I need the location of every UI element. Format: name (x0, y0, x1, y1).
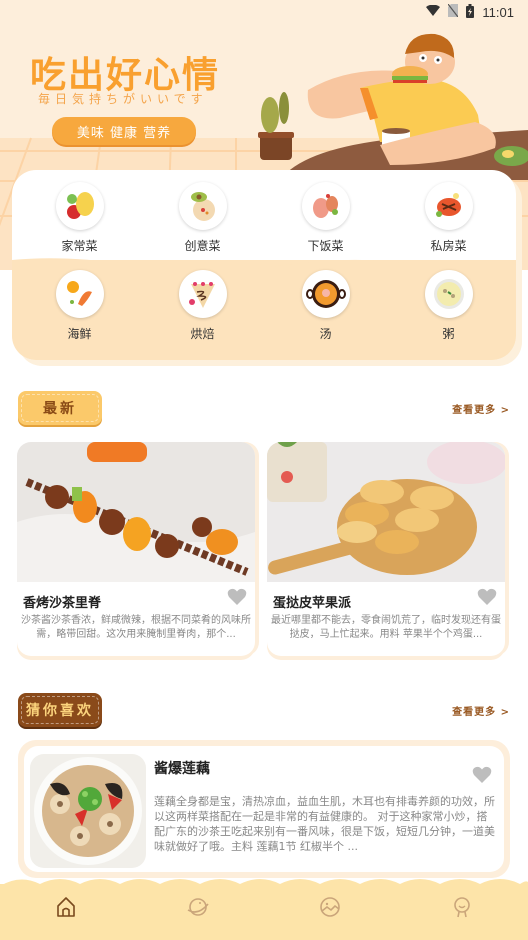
newest-more-link[interactable]: 查看更多 > (452, 401, 510, 416)
recipe-card[interactable]: 香烤沙茶里脊 沙茶酱沙茶香浓，鲜咸微辣，根据不同菜肴的风味所需，略带回甜。这次用… (17, 442, 255, 656)
banner-subline: 毎日気持ちがいいです (38, 92, 208, 106)
image-icon (320, 897, 340, 917)
app-screen: 11:01 吃出好心情 毎日気持ちがいいです 美味 健康 营养 家常菜 创意菜 … (0, 0, 528, 940)
category-label: 家常菜 (61, 239, 98, 253)
wifi-icon (426, 4, 441, 20)
favorite-heart-icon[interactable] (227, 588, 247, 610)
favorite-heart-icon[interactable] (472, 766, 492, 788)
home-icon (57, 897, 75, 917)
recipe-description: 最近哪里都不能去，零食闹饥荒了，临时发现还有蛋挞皮，马上忙起来。用料 苹果半个个… (271, 615, 501, 640)
guess-more-link[interactable]: 查看更多 > (452, 703, 510, 718)
category-label: 汤 (319, 327, 332, 341)
recipe-image (17, 442, 255, 582)
category-label: 创意菜 (184, 239, 221, 253)
baking-icon (178, 270, 227, 318)
rice-dish-icon (301, 182, 350, 230)
porridge-icon (424, 270, 473, 318)
soup-icon (301, 270, 350, 318)
creative-dish-icon (178, 182, 227, 230)
clock: 11:01 (482, 4, 514, 20)
recipe-image (267, 442, 505, 582)
category-label: 粥 (442, 327, 455, 341)
nav-items (0, 892, 528, 922)
recommended-recipe-card[interactable]: 酱爆莲藕 莲藕全身都是宝，清热凉血，益血生肌，木耳也有排毒养颜的功效，所以这两样… (18, 740, 510, 878)
recipe-description: 莲藕全身都是宝，清热凉血，益血生肌，木耳也有排毒养颜的功效，所以这两样菜搭配在一… (154, 795, 495, 853)
category-soup[interactable]: 汤 (276, 270, 376, 342)
status-bar: 11:01 (0, 0, 528, 24)
category-panel: 家常菜 创意菜 下饭菜 私房菜 海鲜 烘焙 汤 粥 (12, 170, 516, 360)
recipe-title: 香烤沙茶里脊 (23, 596, 102, 611)
category-label: 下饭菜 (307, 239, 344, 253)
category-label: 海鲜 (67, 327, 92, 341)
category-row-1: 家常菜 创意菜 下饭菜 私房菜 (12, 182, 516, 254)
newest-section-header: 最新 查看更多 > (18, 390, 510, 426)
nav-profile[interactable] (432, 892, 492, 922)
recipe-description: 沙茶酱沙茶香浓，鲜咸微辣，根据不同菜肴的风味所需，略带回甜。这次用来腌制里脊肉，… (21, 615, 251, 640)
newest-title-badge: 最新 (18, 391, 102, 425)
recipe-image (30, 754, 146, 868)
planet-icon (187, 898, 209, 916)
recipe-title: 酱爆莲藕 (154, 761, 210, 777)
nav-gallery[interactable] (300, 892, 360, 922)
guess-title-badge: 猜你喜欢 (18, 693, 102, 727)
seafood-icon (55, 270, 104, 318)
category-rice-dish[interactable]: 下饭菜 (276, 182, 376, 254)
nav-discover[interactable] (168, 892, 228, 922)
category-private-dish[interactable]: 私房菜 (399, 182, 499, 254)
category-label: 烘焙 (190, 327, 215, 341)
scallop-edge (0, 879, 528, 894)
recommended-card-inner: 酱爆莲藕 莲藕全身都是宝，清热凉血，益血生肌，木耳也有排毒养颜的功效，所以这两样… (24, 746, 504, 872)
category-label: 私房菜 (430, 239, 467, 253)
home-dish-icon (55, 182, 104, 230)
no-sim-icon (447, 3, 459, 20)
recipe-card[interactable]: 蛋挞皮苹果派 最近哪里都不能去，零食闹饥荒了，临时发现还有蛋挞皮，马上忙起来。用… (267, 442, 505, 656)
nav-home[interactable] (36, 892, 96, 922)
category-seafood[interactable]: 海鲜 (30, 270, 130, 342)
user-icon (454, 897, 470, 918)
private-dish-icon (424, 182, 473, 230)
category-row-2: 海鲜 烘焙 汤 粥 (12, 270, 516, 342)
tags-button[interactable]: 美味 健康 营养 (52, 117, 196, 145)
man-eating-illustration (258, 33, 528, 180)
bottom-navigation (0, 879, 528, 940)
battery-charging-icon (466, 3, 475, 21)
guess-section-header: 猜你喜欢 查看更多 > (18, 692, 510, 728)
category-creative-dish[interactable]: 创意菜 (153, 182, 253, 254)
category-baking[interactable]: 烘焙 (153, 270, 253, 342)
category-home-dish[interactable]: 家常菜 (30, 182, 130, 254)
recipe-title: 蛋挞皮苹果派 (273, 596, 352, 611)
favorite-heart-icon[interactable] (477, 588, 497, 610)
category-porridge[interactable]: 粥 (399, 270, 499, 342)
